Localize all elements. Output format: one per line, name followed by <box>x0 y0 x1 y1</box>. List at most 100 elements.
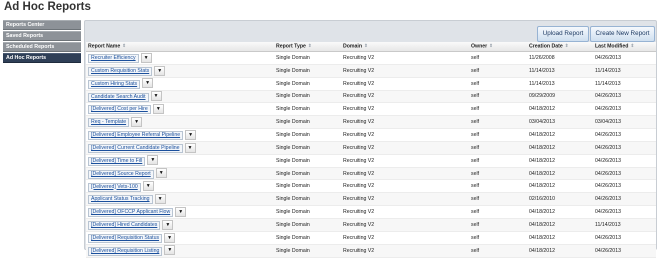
upload-report-button[interactable]: Upload Report <box>537 26 589 42</box>
cell-report-name: [Delivered] Vets-100 ▼ <box>86 179 274 194</box>
cell-owner: self <box>469 115 527 130</box>
table-row: [Delivered] Source Report ▼ Single Domain R… <box>86 167 656 181</box>
cell-domain: Recruiting V2 <box>341 128 469 142</box>
cell-owner: self <box>469 192 527 207</box>
caret-down-icon[interactable]: ▼ <box>184 142 196 153</box>
cell-domain: Recruiting V2 <box>341 244 469 258</box>
caret-down-icon[interactable]: ▼ <box>154 194 166 205</box>
cell-domain: Recruiting V2 <box>341 64 469 78</box>
cell-domain: Recruiting V2 <box>341 115 469 130</box>
cell-last-modified: 04/26/2013 <box>593 167 656 181</box>
cell-owner: self <box>469 218 527 232</box>
cell-report-type: Single Domain <box>274 51 341 65</box>
cell-report-type: Single Domain <box>274 128 341 142</box>
create-new-report-button[interactable]: Create New Report <box>590 26 655 42</box>
table-row: Applicant Status Tracking ▼ Single Domain R… <box>86 192 656 207</box>
sidebar-item-ad-hoc-reports[interactable]: Ad Hoc Reports <box>3 53 81 63</box>
cell-last-modified: 04/26/2013 <box>593 244 656 258</box>
sidebar: Reports Center Saved Reports Scheduled R… <box>3 20 81 64</box>
report-name-link[interactable]: [Delivered] Current Candidate Pipeline <box>88 144 183 154</box>
table-row: [Delivered] OFCCP Applicant Flow ▼ Single … <box>86 205 656 219</box>
cell-creation-date: 04/18/2012 <box>527 141 593 155</box>
sidebar-item-saved-reports[interactable]: Saved Reports <box>3 31 81 41</box>
caret-down-icon[interactable]: ▼ <box>147 155 159 166</box>
column-header-label: Report Name <box>88 43 121 50</box>
report-name-link[interactable]: [Delivered] Cost per Hire <box>88 105 151 115</box>
report-name-link[interactable]: [Delivered] Requisition Listing <box>88 246 163 256</box>
cell-last-modified: 04/26/2013 <box>593 90 656 104</box>
cell-report-type: Single Domain <box>274 179 341 194</box>
cell-report-type: Single Domain <box>274 167 341 181</box>
report-name-link[interactable]: Req - Template <box>88 118 130 128</box>
cell-creation-date: 11/26/2008 <box>527 51 593 65</box>
caret-down-icon[interactable]: ▼ <box>164 232 176 243</box>
report-name-link[interactable]: [Delivered] Vets-100 <box>88 182 141 192</box>
column-header-domain[interactable]: Domain ⇕ <box>341 42 469 52</box>
cell-owner: self <box>469 244 527 258</box>
cell-owner: self <box>469 64 527 78</box>
cell-creation-date: 04/18/2012 <box>527 218 593 232</box>
report-name-link[interactable]: [Delivered] Requisition Status <box>88 233 163 243</box>
cell-creation-date: 04/18/2012 <box>527 205 593 219</box>
caret-down-icon[interactable]: ▼ <box>175 206 187 217</box>
cell-report-type: Single Domain <box>274 115 341 130</box>
table-row: Recruiter Efficiency ▼ Single Domain Recrui… <box>86 51 656 65</box>
column-header-report-type[interactable]: Report Type ⇕ <box>274 42 341 52</box>
cell-owner: self <box>469 167 527 181</box>
report-name-link[interactable]: Custom Hiring Stats <box>88 79 141 89</box>
cell-report-name: Recruiter Efficiency ▼ <box>86 51 274 65</box>
caret-down-icon[interactable]: ▼ <box>150 91 162 102</box>
caret-down-icon[interactable]: ▼ <box>142 181 154 192</box>
page-title: Ad Hoc Reports <box>4 1 91 13</box>
cell-report-type: Single Domain <box>274 218 341 232</box>
table-row: [Delivered] Vets-100 ▼ Single Domain Recrui… <box>86 179 656 194</box>
report-name-link[interactable]: Custom Requisition Stats <box>88 66 153 76</box>
report-name-link[interactable]: Candidate Search Audit <box>88 92 149 102</box>
report-name-link[interactable]: [Delivered] Employee Referral Pipeline <box>88 131 184 141</box>
cell-domain: Recruiting V2 <box>341 205 469 219</box>
cell-creation-date: 04/18/2012 <box>527 231 593 245</box>
caret-down-icon[interactable]: ▼ <box>164 245 176 256</box>
sort-arrows-icon: ⇕ <box>364 43 368 49</box>
cell-report-type: Single Domain <box>274 192 341 207</box>
report-name-link[interactable]: [Delivered] Hired Candidates <box>88 221 161 231</box>
column-header-last-modified[interactable]: Last Modified ⇕ <box>593 42 656 52</box>
column-header-creation-date[interactable]: Creation Date ⇕ <box>527 42 593 52</box>
caret-down-icon[interactable]: ▼ <box>140 52 152 63</box>
cell-domain: Recruiting V2 <box>341 141 469 155</box>
column-header-report-name[interactable]: Report Name ⇕ <box>86 42 274 52</box>
sidebar-item-reports-center[interactable]: Reports Center <box>3 20 81 30</box>
cell-report-type: Single Domain <box>274 244 341 258</box>
column-header-label: Creation Date <box>529 43 563 50</box>
report-name-link[interactable]: [Delivered] OFCCP Applicant Flow <box>88 208 174 218</box>
cell-report-name: Candidate Search Audit ▼ <box>86 90 274 104</box>
cell-creation-date: 04/18/2012 <box>527 167 593 181</box>
cell-domain: Recruiting V2 <box>341 102 469 117</box>
cell-owner: self <box>469 154 527 168</box>
caret-down-icon[interactable]: ▼ <box>154 65 166 76</box>
caret-down-icon[interactable]: ▼ <box>131 116 143 127</box>
report-name-link[interactable]: [Delivered] Time to Fill <box>88 156 146 166</box>
caret-down-icon[interactable]: ▼ <box>152 104 164 115</box>
caret-down-icon[interactable]: ▼ <box>162 219 174 230</box>
table-row: [Delivered] Time to Fill ▼ Single Domain Re… <box>86 154 656 168</box>
cell-last-modified: 11/14/2013 <box>593 218 656 232</box>
sort-arrows-icon: ⇕ <box>122 43 127 49</box>
caret-down-icon[interactable]: ▼ <box>185 129 197 140</box>
cell-report-name: Req - Template ▼ <box>86 115 274 130</box>
cell-report-name: Custom Hiring Stats ▼ <box>86 77 274 91</box>
cell-creation-date: 03/04/2013 <box>527 115 593 130</box>
caret-down-icon[interactable]: ▼ <box>155 168 167 179</box>
table-row: [Delivered] Hired Candidates ▼ Single Doma… <box>86 218 656 232</box>
cell-report-name: Custom Requisition Stats ▼ <box>86 64 274 78</box>
report-name-link[interactable]: Recruiter Efficiency <box>88 54 139 64</box>
report-name-link[interactable]: Applicant Status Tracking <box>88 195 153 205</box>
cell-domain: Recruiting V2 <box>341 179 469 194</box>
cell-last-modified: 03/04/2013 <box>593 115 656 130</box>
column-header-owner[interactable]: Owner ⇕ <box>469 42 527 52</box>
cell-report-name: [Delivered] Cost per Hire ▼ <box>86 102 274 117</box>
caret-down-icon[interactable]: ▼ <box>142 78 154 89</box>
report-name-link[interactable]: [Delivered] Source Report <box>88 169 154 179</box>
sidebar-item-scheduled-reports[interactable]: Scheduled Reports <box>3 42 81 52</box>
cell-report-name: [Delivered] OFCCP Applicant Flow ▼ <box>86 205 274 219</box>
